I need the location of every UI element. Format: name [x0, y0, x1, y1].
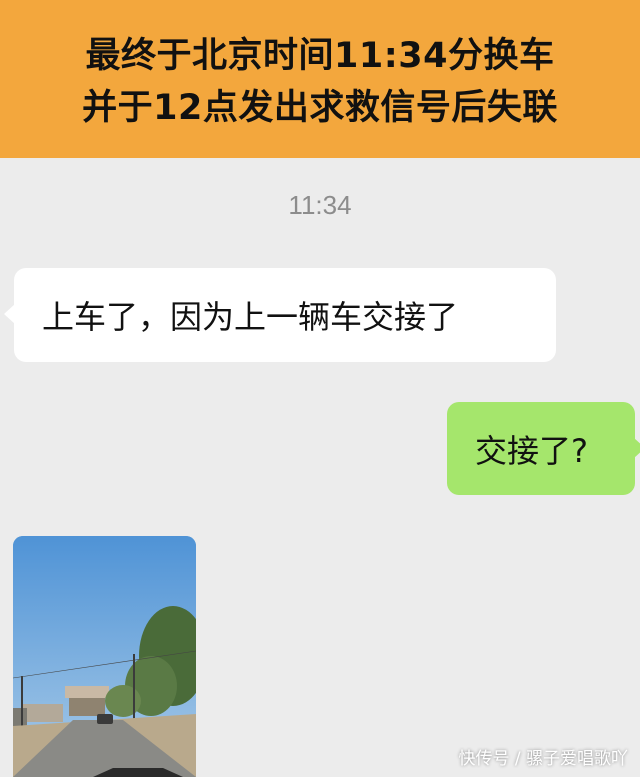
- road-photo-image: [13, 536, 196, 777]
- chat-area[interactable]: 11:34 上车了，因为上一辆车交接了 交接了? 快传号 / 骡子爱唱歌吖: [0, 158, 640, 777]
- incoming-message-text: 上车了，因为上一辆车交接了: [42, 298, 459, 336]
- headline-line-1: 最终于北京时间11:34分换车: [85, 36, 555, 76]
- outgoing-message-bubble[interactable]: 交接了?: [447, 402, 640, 495]
- headline-line-2: 并于12点发出求救信号后失联: [82, 88, 558, 128]
- incoming-message-bubble[interactable]: 上车了，因为上一辆车交接了: [4, 268, 556, 362]
- headline-banner: 最终于北京时间11:34分换车 并于12点发出求救信号后失联: [0, 0, 640, 158]
- photo-message[interactable]: [13, 536, 196, 777]
- message-timestamp: 11:34: [288, 190, 352, 220]
- outgoing-message-text: 交接了?: [475, 431, 588, 470]
- watermark: 快传号 / 骡子爱唱歌吖: [458, 749, 628, 769]
